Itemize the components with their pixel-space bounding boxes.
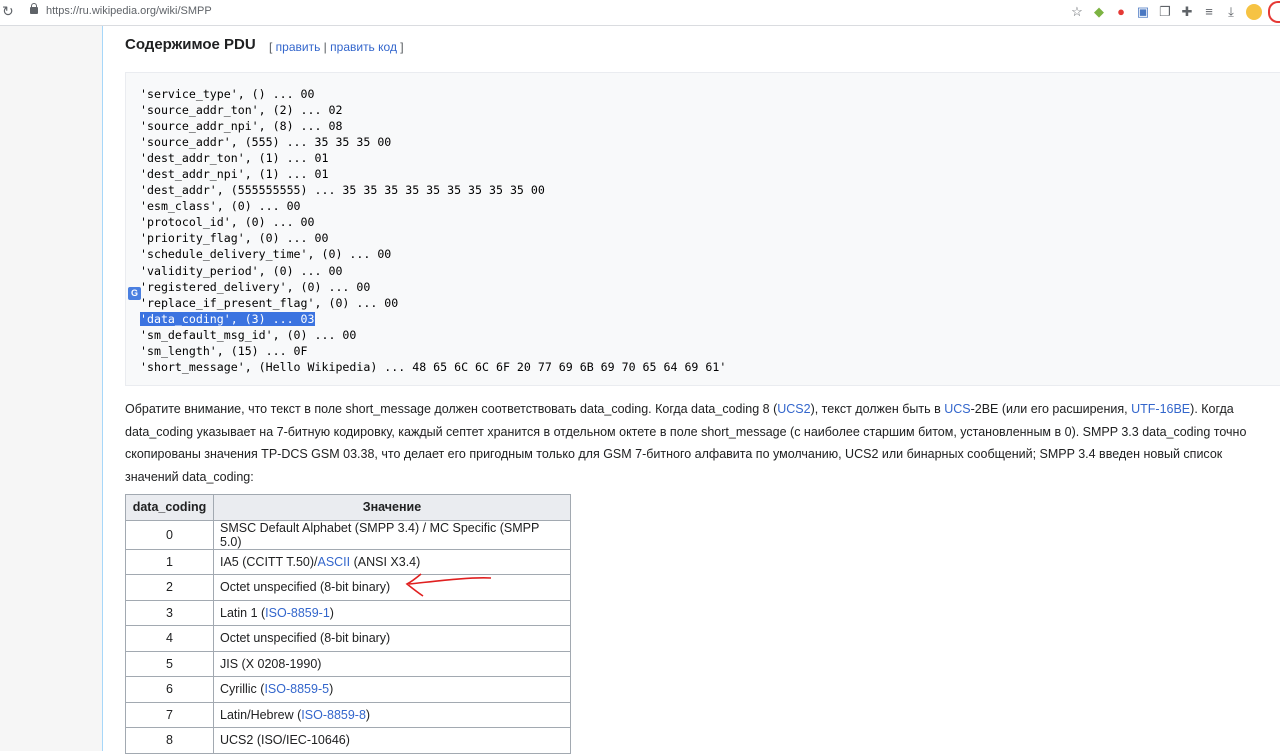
code-line: 'priority_flag', (0) ... 00 xyxy=(140,231,329,246)
encoding-meaning: Latin/Hebrew (ISO-8859-8) xyxy=(213,701,571,728)
code-line: 'service_type', () ... 00 xyxy=(140,87,315,101)
code-line: 'dest_addr_npi', (1) ... 01 xyxy=(140,167,329,182)
article-content: Содержимое PDU [ править | править код ]… xyxy=(102,26,1280,754)
edit-section-links: [ править | править код ] xyxy=(269,40,404,54)
data-coding-value: 1 xyxy=(125,548,214,575)
copy-icon[interactable]: ❐ xyxy=(1158,5,1172,19)
description-paragraph: Обратите внимание, что текст в поле shor… xyxy=(125,402,1247,484)
table-row: 2 Octet unspecified (8-bit binary) xyxy=(125,574,571,601)
data-coding-value: 2 xyxy=(125,574,214,601)
table-header-row: data_coding Значение xyxy=(125,494,571,521)
code-line: 'esm_class', (0) ... 00 xyxy=(140,199,301,214)
code-line: 'protocol_id', (0) ... 00 xyxy=(140,215,315,230)
code-line: 'registered_delivery', (0) ... 00 xyxy=(140,279,371,294)
table-row: 3 Latin 1 (ISO-8859-1) xyxy=(125,599,571,626)
code-line: 'source_addr_ton', (2) ... 02 xyxy=(140,103,343,118)
code-line: 'source_addr', (555) ... 35 35 35 00 xyxy=(140,135,392,150)
code-line: 'schedule_delivery_time', (0) ... 00 xyxy=(140,247,392,262)
utf16be-link[interactable]: UTF-16BE xyxy=(1131,402,1190,416)
reading-list-icon[interactable]: ≡ xyxy=(1202,5,1216,19)
encoding-meaning: SMSC Default Alphabet (SMPP 3.4) / MC Sp… xyxy=(213,519,571,550)
edit-link[interactable]: править xyxy=(276,40,321,54)
data-coding-value: 7 xyxy=(125,701,214,728)
update-indicator-icon[interactable] xyxy=(1268,1,1280,23)
translate-popup-icon[interactable]: G xyxy=(128,287,141,300)
encoding-meaning: UCS2 (ISO/IEC-10646) xyxy=(213,727,571,754)
encoding-meaning: JIS (X 0208-1990) xyxy=(213,650,571,677)
edit-code-link[interactable]: править код xyxy=(330,40,397,54)
code-line: 'short_message', (Hello Wikipedia) ... 4… xyxy=(140,359,727,374)
reload-icon[interactable]: ↻ xyxy=(2,3,14,20)
code-line: 'dest_addr_ton', (1) ... 01 xyxy=(140,151,329,166)
encoding-meaning: Octet unspecified (8-bit binary) xyxy=(213,574,571,601)
opera-icon[interactable]: ● xyxy=(1114,5,1128,19)
table-row: 8 UCS2 (ISO/IEC-10646) xyxy=(125,727,571,754)
table-row: 7 Latin/Hebrew (ISO-8859-8) xyxy=(125,701,571,728)
column-header-value: Значение xyxy=(213,494,571,521)
code-line: 'validity_period', (0) ... 00 xyxy=(140,263,343,278)
code-line: 'data_coding', (3) ... 03 xyxy=(140,311,315,326)
data-coding-value: 5 xyxy=(125,650,214,677)
star-icon[interactable]: ☆ xyxy=(1070,5,1084,19)
ucs-link[interactable]: UCS xyxy=(944,402,970,416)
encoding-link[interactable]: ASCII xyxy=(317,555,350,569)
lock-icon[interactable] xyxy=(30,3,38,14)
data-coding-value: 3 xyxy=(125,599,214,626)
puzzle-icon[interactable]: ✚ xyxy=(1180,5,1194,19)
extension-toolbar: ☆ ◆ ● ▣ ❐ ✚ ≡ ⤓ xyxy=(1070,1,1280,23)
table-row: 0 SMSC Default Alphabet (SMPP 3.4) / MC S… xyxy=(125,519,571,550)
table-row: 5 JIS (X 0208-1990) xyxy=(125,650,571,677)
code-line: 'dest_addr', (555555555) ... 35 35 35 35… xyxy=(140,183,545,198)
pdu-code-block: 'service_type', () ... 00 'source_addr_to… xyxy=(125,72,1280,386)
encoding-meaning: IA5 (CCITT T.50)/ASCII (ANSI X3.4) xyxy=(213,548,571,575)
encoding-link[interactable]: ISO-8859-1 xyxy=(265,606,330,620)
data-coding-value: 6 xyxy=(125,676,214,703)
download-icon[interactable]: ⤓ xyxy=(1224,5,1238,19)
data-coding-value: 8 xyxy=(125,727,214,754)
data-coding-value: 0 xyxy=(125,519,214,550)
data-coding-value: 4 xyxy=(125,625,214,652)
encoding-link[interactable]: ISO-8859-5 xyxy=(264,682,329,696)
encoding-meaning: Latin 1 (ISO-8859-1) xyxy=(213,599,571,626)
browser-toolbar: ↻ https://ru.wikipedia.org/wiki/SMPP ☆ ◆… xyxy=(0,0,1280,26)
code-line: 'sm_length', (15) ... 0F xyxy=(140,343,308,358)
red-arrow-annotation xyxy=(405,573,492,597)
encoding-meaning: Cyrillic (ISO-8859-5) xyxy=(213,676,571,703)
code-line: 'source_addr_npi', (8) ... 08 xyxy=(140,119,343,134)
address-bar[interactable]: https://ru.wikipedia.org/wiki/SMPP xyxy=(46,5,212,17)
code-line: 'replace_if_present_flag', (0) ... 00 xyxy=(140,295,399,310)
table-row: 6 Cyrillic (ISO-8859-5) xyxy=(125,676,571,703)
profile-avatar[interactable] xyxy=(1246,4,1262,20)
section-heading: Содержимое PDU xyxy=(125,36,256,53)
left-sidebar xyxy=(0,26,102,751)
translate-icon[interactable]: ▣ xyxy=(1136,5,1150,19)
encoding-link[interactable]: ISO-8859-8 xyxy=(301,708,366,722)
table-row: 1 IA5 (CCITT T.50)/ASCII (ANSI X3.4) xyxy=(125,548,571,575)
column-header-code: data_coding xyxy=(125,494,214,521)
ucs2-link[interactable]: UCS2 xyxy=(777,402,810,416)
table-row: 4 Octet unspecified (8-bit binary) xyxy=(125,625,571,652)
encoding-meaning: Octet unspecified (8-bit binary) xyxy=(213,625,571,652)
code-line: 'sm_default_msg_id', (0) ... 00 xyxy=(140,327,357,342)
data-coding-table: data_coding Значение 0 SMSC Default Alpha… xyxy=(125,494,571,754)
extension-icon[interactable]: ◆ xyxy=(1092,5,1106,19)
